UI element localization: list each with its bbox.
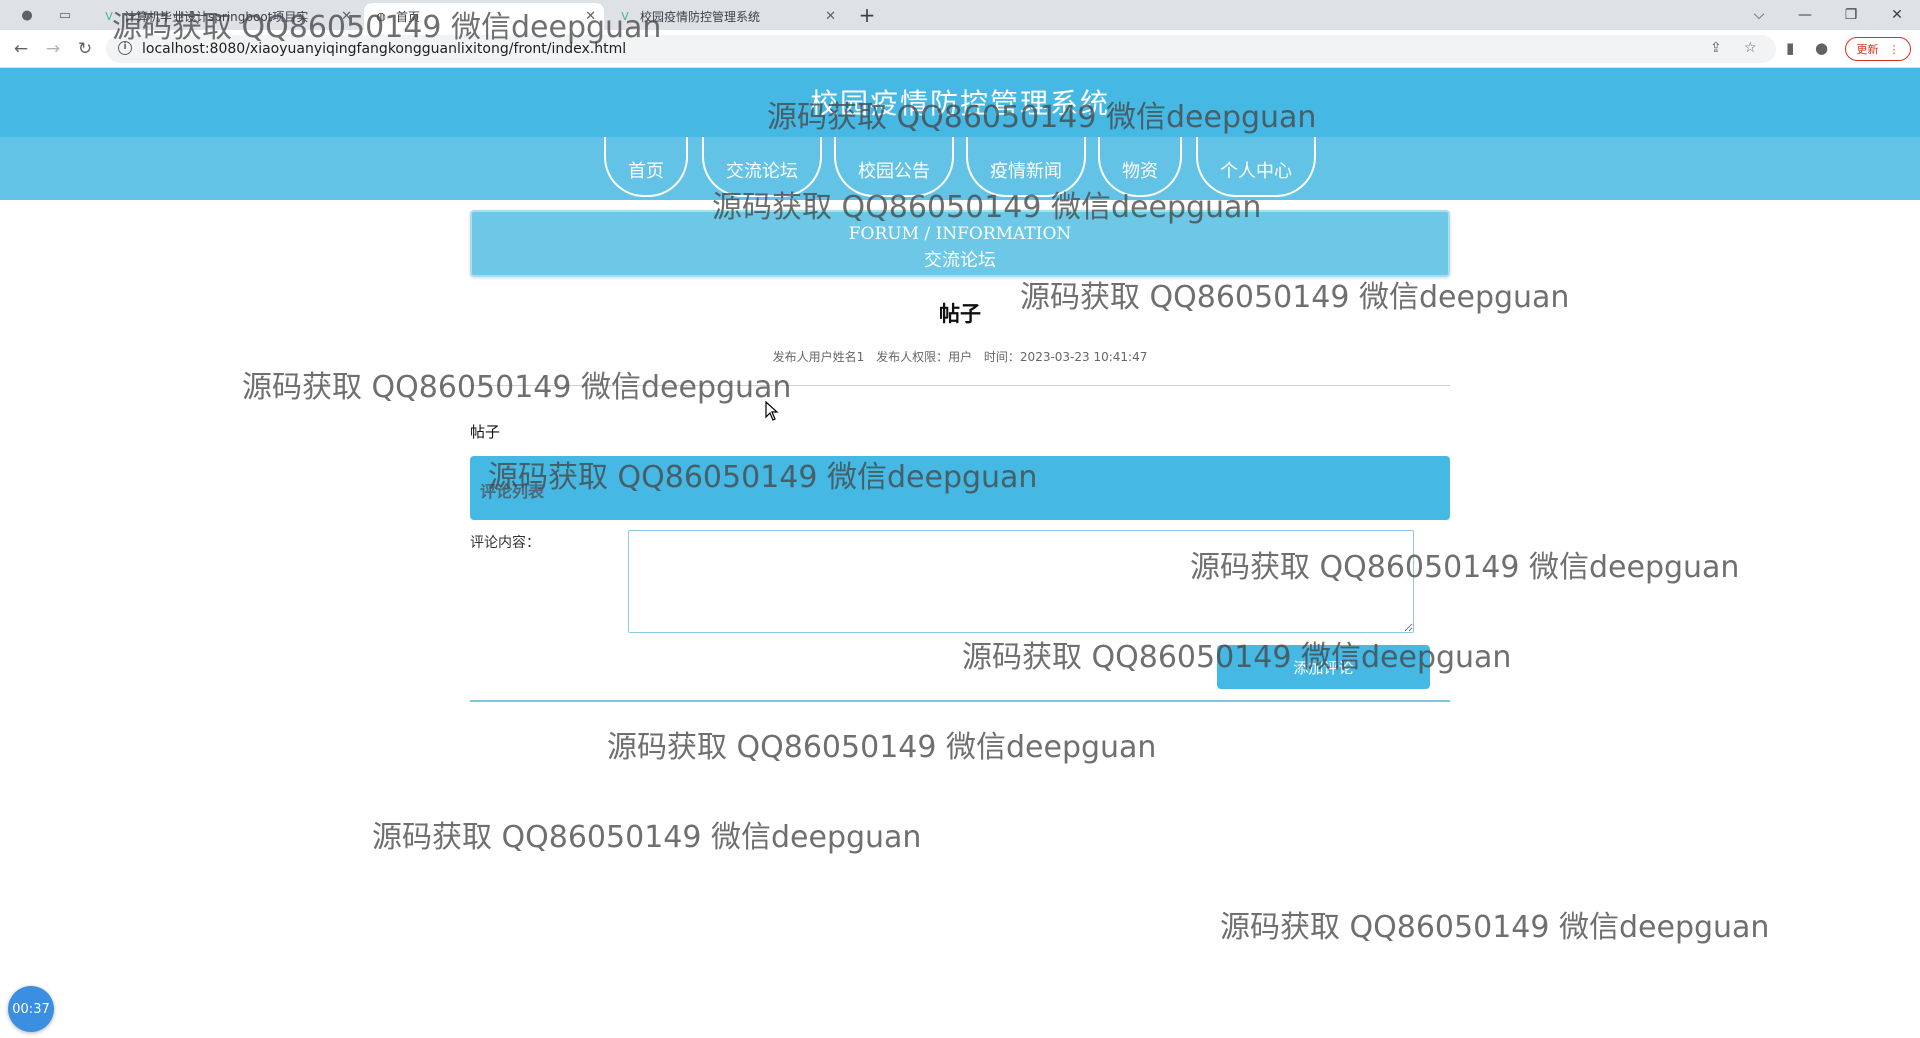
pinned-tab-icon[interactable]: ▭: [56, 6, 74, 24]
nav-item-supplies[interactable]: 物资: [1098, 137, 1182, 197]
forward-arrow-icon[interactable]: →: [42, 38, 64, 60]
browser-tab[interactable]: V 校园疫情防控管理系统 ✕: [608, 3, 844, 30]
update-label: 更新: [1856, 43, 1879, 56]
recording-timer-badge[interactable]: 00:37: [8, 986, 54, 1032]
comment-list-header: 评论列表: [470, 456, 1450, 520]
nav-item-epidemic-news[interactable]: 疫情新闻: [966, 137, 1086, 197]
divider: [470, 385, 1450, 386]
nav-item-forum[interactable]: 交流论坛: [702, 137, 822, 197]
side-panel-icon[interactable]: ▮: [1786, 39, 1794, 57]
comment-list-title: 评论列表: [480, 482, 545, 501]
tab-title: 计算机毕业设计springboot项目实: [124, 10, 309, 24]
post-time: 时间：2023-03-23 10:41:47: [983, 350, 1148, 364]
window-close-button[interactable]: ✕: [1874, 0, 1920, 30]
section-banner-english: FORUM / INFORMATION: [848, 224, 1072, 244]
add-comment-button[interactable]: 添加评论: [1217, 645, 1430, 689]
browser-tab-active[interactable]: ◍ 首页 ✕: [364, 3, 604, 30]
tab-title: 校园疫情防控管理系统: [640, 10, 761, 24]
nav-item-home[interactable]: 首页: [604, 137, 688, 197]
back-arrow-icon[interactable]: ←: [10, 38, 32, 60]
update-button[interactable]: 更新 ⋮: [1845, 37, 1911, 61]
watermark: 源码获取 QQ86050149 微信deepguan: [1220, 910, 1770, 945]
browser-profile-tab-icon[interactable]: ●: [18, 6, 36, 24]
info-icon[interactable]: i: [118, 41, 132, 55]
nav-item-profile[interactable]: 个人中心: [1196, 137, 1316, 197]
main-nav: 首页 交流论坛 校园公告 疫情新闻 物资 个人中心: [0, 137, 1920, 200]
post-title: 帖子: [939, 302, 981, 326]
browser-toolbar: ← → ↻ i localhost:8080/xiaoyuanyiqingfan…: [0, 30, 1920, 68]
site-header: 校园疫情防控管理系统: [0, 68, 1920, 137]
browser-tab[interactable]: V 计算机毕业设计springboot项目实 ✕: [92, 3, 360, 30]
restore-button[interactable]: ❐: [1828, 0, 1874, 30]
site-title: 校园疫情防控管理系统: [809, 87, 1110, 120]
share-icon[interactable]: ⇪: [1710, 40, 1722, 56]
section-banner: FORUM / INFORMATION 交流论坛: [470, 210, 1450, 277]
close-icon[interactable]: ✕: [585, 9, 596, 24]
address-bar[interactable]: i localhost:8080/xiaoyuanyiqingfangkongg…: [106, 35, 1776, 63]
watermark: 源码获取 QQ86050149 微信deepguan: [372, 820, 922, 855]
reload-icon[interactable]: ↻: [74, 38, 96, 60]
new-tab-button[interactable]: +: [855, 3, 879, 27]
post-author: 发布人用户姓名1: [772, 350, 865, 364]
vue-logo-icon: V: [105, 10, 113, 23]
post-content: 帖子: [470, 423, 501, 441]
comment-textarea[interactable]: [628, 530, 1414, 633]
nav-item-announcements[interactable]: 校园公告: [834, 137, 954, 197]
mouse-cursor-icon: [765, 400, 779, 425]
post-role: 发布人权限：用户: [876, 350, 973, 364]
star-bookmark-icon[interactable]: ☆: [1744, 40, 1757, 56]
minimize-button[interactable]: —: [1782, 0, 1828, 30]
globe-icon: ◍: [376, 10, 386, 23]
section-banner-chinese: 交流论坛: [924, 250, 996, 271]
close-icon[interactable]: ✕: [825, 9, 836, 24]
profile-avatar-icon[interactable]: ●: [1815, 39, 1828, 57]
url-text[interactable]: localhost:8080/xiaoyuanyiqingfangkonggua…: [142, 41, 626, 57]
browser-tab-bar: ● ▭ V 计算机毕业设计springboot项目实 ✕ ◍ 首页 ✕ V 校园…: [0, 0, 1920, 30]
menu-dots-icon: ⋮: [1888, 42, 1900, 56]
vue-logo-icon: V: [621, 10, 629, 23]
comment-input-label: 评论内容：: [470, 535, 540, 551]
tab-search-chevron-icon[interactable]: ⌵: [1736, 0, 1782, 30]
watermark: 源码获取 QQ86050149 微信deepguan: [242, 370, 792, 405]
close-icon[interactable]: ✕: [341, 9, 352, 24]
divider: [470, 700, 1450, 702]
tab-title: 首页: [396, 10, 421, 24]
post-meta: 发布人用户姓名1 发布人权限：用户 时间：2023-03-23 10:41:47: [470, 348, 1450, 365]
watermark: 源码获取 QQ86050149 微信deepguan: [607, 730, 1157, 765]
